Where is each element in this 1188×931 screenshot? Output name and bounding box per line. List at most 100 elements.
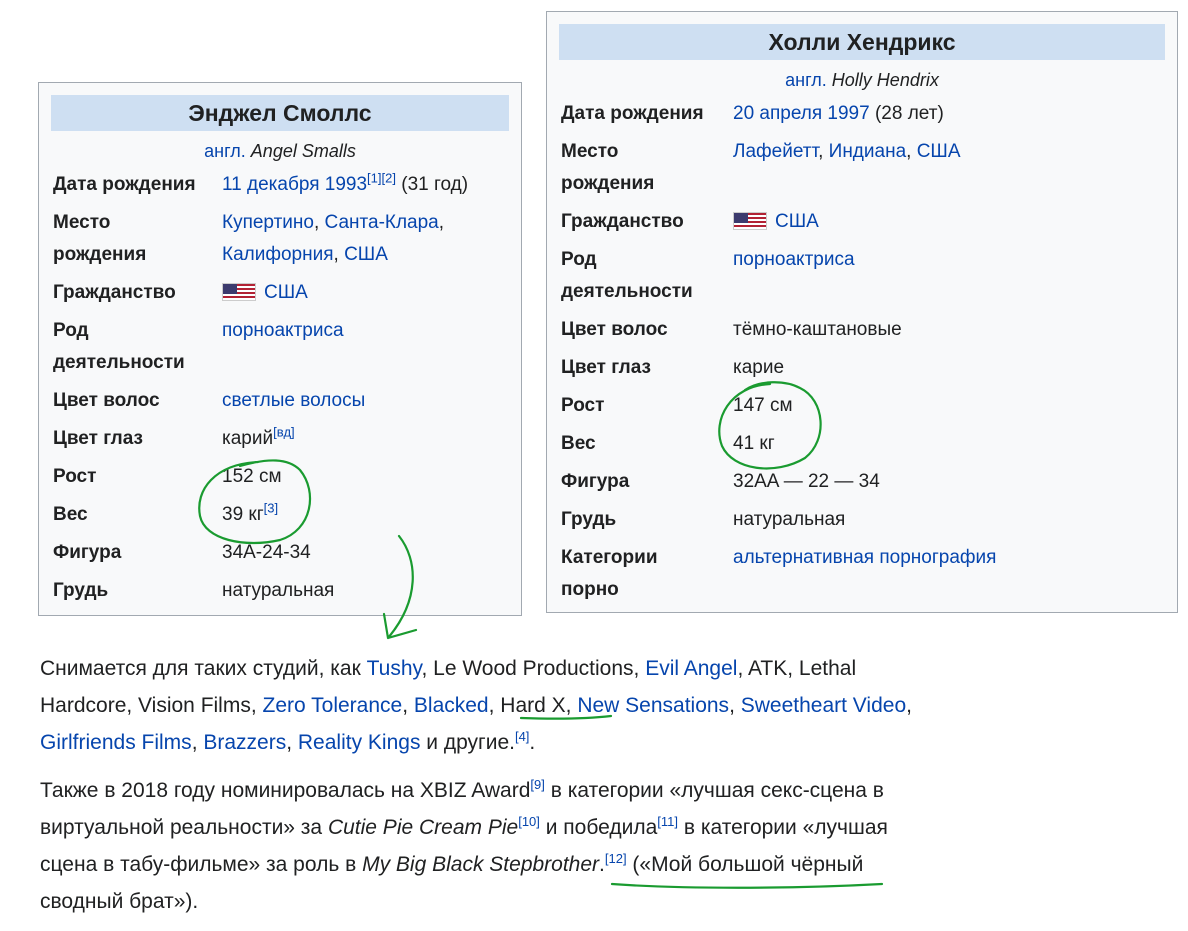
ref-link[interactable]: [12] — [605, 851, 627, 866]
lang-link[interactable]: англ. — [204, 141, 246, 161]
age-text: (28 лет) — [869, 103, 944, 124]
ref-link[interactable]: [2] — [382, 171, 396, 186]
studio-link-blacked[interactable]: Blacked — [414, 694, 489, 717]
text: и победила — [539, 816, 658, 839]
weight-text: 39 кг — [222, 504, 264, 525]
studio-link-zero-tolerance[interactable]: Zero Tolerance — [263, 694, 403, 717]
place-link[interactable]: Калифорния — [222, 244, 334, 265]
country-link[interactable]: США — [775, 211, 819, 232]
row-birth-date: Дата рождения 20 апреля 1997 (28 лет) — [561, 98, 1177, 136]
country-link[interactable]: США — [264, 282, 308, 303]
row-key: Цвет глаз — [53, 428, 143, 449]
row-value: США — [222, 277, 521, 309]
row-citizenship: Гражданство США — [561, 206, 1177, 244]
row-value: натуральная — [733, 509, 846, 530]
infobox-subtitle: англ. Holly Hendrix — [547, 66, 1177, 94]
birth-date-link[interactable]: 11 декабря 1993 — [222, 174, 367, 195]
row-value: 11 декабря 1993[1][2] (31 год) — [222, 169, 521, 201]
row-key: Категории порно — [561, 547, 658, 600]
eyes-text: карий — [222, 428, 274, 449]
lang-link[interactable]: англ. — [785, 70, 827, 90]
infobox-title: Энджел Смоллс — [51, 95, 509, 131]
studio-link-brazzers[interactable]: Brazzers — [203, 731, 286, 754]
row-birth-date: Дата рождения 11 декабря 1993[1][2] (31 … — [53, 169, 521, 207]
row-porn-category: Категории порно альтернативная порнографи… — [561, 542, 1177, 612]
studio-link-new-sensations[interactable]: New Sensations — [577, 694, 729, 717]
text: Также в 2018 году номинировалась на XBIZ… — [40, 779, 531, 802]
original-name: Angel Smalls — [250, 141, 356, 161]
row-value: светлые волосы — [222, 385, 521, 417]
row-value: порноактриса — [222, 315, 521, 379]
row-birth-place: Место рождения Лафейетт, Индиана, США — [561, 136, 1177, 206]
row-value: Лафейетт, Индиана, США — [733, 141, 961, 162]
original-name: Holly Hendrix — [831, 70, 939, 90]
row-key: Вес — [561, 433, 596, 454]
occupation-link[interactable]: порноактриса — [733, 249, 855, 270]
row-figure: Фигура 32AA — 22 — 34 — [561, 466, 1177, 504]
row-eyes: Цвет глаз карие — [561, 352, 1177, 390]
row-value: 34A-24-34 — [222, 542, 311, 563]
row-key: Рост — [561, 395, 605, 416]
row-key: Грудь — [561, 509, 617, 530]
row-value: 147 см — [733, 395, 793, 416]
row-key: Род деятельности — [53, 320, 185, 373]
row-weight: Вес 39 кг[3] — [53, 499, 521, 537]
row-key: Дата рождения — [561, 103, 704, 124]
us-flag-icon — [733, 212, 767, 230]
row-key: Рост — [53, 466, 97, 487]
row-key: Фигура — [561, 471, 630, 492]
row-hair: Цвет волос тёмно-каштановые — [561, 314, 1177, 352]
ref-link[interactable]: [3] — [264, 501, 278, 516]
row-occupation: Род деятельности порноактриса — [53, 315, 521, 385]
row-hair: Цвет волос светлые волосы — [53, 385, 521, 423]
row-breasts: Грудь натуральная — [53, 575, 521, 613]
place-link[interactable]: США — [344, 244, 388, 265]
row-height: Рост 147 см — [561, 390, 1177, 428]
category-link[interactable]: альтернативная порнография — [733, 547, 996, 568]
row-eyes: Цвет глаз карий[вд] — [53, 423, 521, 461]
us-flag-icon — [222, 283, 256, 301]
row-key: Цвет волос — [53, 390, 160, 411]
row-value: тёмно-каштановые — [733, 319, 902, 340]
studio-link-girlfriends-films[interactable]: Girlfriends Films — [40, 731, 192, 754]
place-link[interactable]: Лафейетт — [733, 141, 818, 162]
row-value: порноактриса — [733, 244, 1177, 308]
studio-link-sweetheart-video[interactable]: Sweetheart Video — [741, 694, 906, 717]
place-link[interactable]: Купертино — [222, 212, 314, 233]
text: , — [191, 731, 204, 754]
row-key: Место рождения — [53, 212, 147, 265]
row-value: 20 апреля 1997 (28 лет) — [733, 98, 1177, 130]
infobox-holly-hendrix: Холли Хендрикс англ. Holly Hendrix Дата … — [546, 11, 1178, 613]
place-link[interactable]: США — [917, 141, 961, 162]
text: , — [906, 694, 912, 717]
hair-link[interactable]: светлые волосы — [222, 390, 365, 411]
ref-link[interactable]: [вд] — [273, 425, 295, 440]
text: . — [529, 731, 536, 754]
row-key: Место рождения — [561, 141, 655, 194]
ref-link[interactable]: [11] — [657, 814, 678, 829]
text: , — [729, 694, 741, 717]
row-value: США — [733, 206, 1177, 238]
ref-link[interactable]: [1] — [367, 171, 381, 186]
place-link[interactable]: Индиана — [829, 141, 906, 162]
row-key: Цвет волос — [561, 319, 668, 340]
row-value: Купертино, Санта-Клара, Калифорния, США — [222, 212, 445, 265]
birth-date-link[interactable]: 20 апреля 1997 — [733, 103, 870, 124]
studio-link-evil-angel[interactable]: Evil Angel — [645, 657, 737, 680]
text: , — [402, 694, 414, 717]
place-link[interactable]: Санта-Клара — [325, 212, 439, 233]
text: , — [286, 731, 298, 754]
ref-link[interactable]: [9] — [530, 777, 544, 792]
row-value: карий[вд] — [222, 423, 521, 455]
row-figure: Фигура 34A-24-34 — [53, 537, 521, 575]
row-occupation: Род деятельности порноактриса — [561, 244, 1177, 314]
row-height: Рост 152 см — [53, 461, 521, 499]
ref-link[interactable]: [4] — [515, 729, 529, 744]
studio-link-reality-kings[interactable]: Reality Kings — [298, 731, 421, 754]
ref-link[interactable]: [10] — [518, 814, 540, 829]
article-paragraph-awards: Также в 2018 году номинировалась на XBIZ… — [40, 772, 940, 920]
row-value: 152 см — [222, 466, 282, 487]
studio-link-tushy[interactable]: Tushy — [367, 657, 422, 680]
row-key: Фигура — [53, 542, 122, 563]
occupation-link[interactable]: порноактриса — [222, 320, 344, 341]
